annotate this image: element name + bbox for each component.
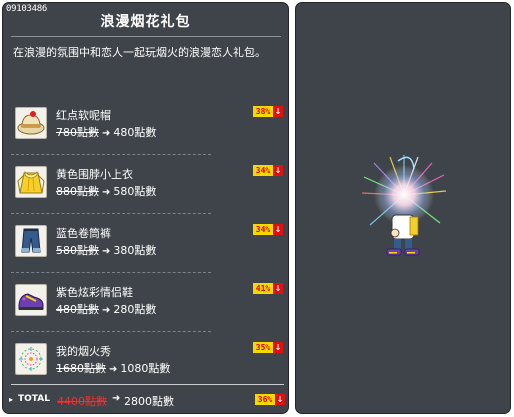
package-item[interactable]: 蓝色卷筒裤 580點數 ➜ 380點數 34% ↓ <box>11 219 283 263</box>
price-line: 880點數 ➜ 580點數 <box>56 183 156 199</box>
arrow-icon: ➜ <box>102 246 111 257</box>
down-arrow-icon: ↓ <box>273 224 283 235</box>
total-row: ▸ TOTAL 4400點數 ➜ 2800點數 36% ↓ <box>9 393 285 409</box>
down-arrow-icon: ↓ <box>273 283 283 294</box>
sale-price: 280點數 <box>113 303 157 316</box>
item-divider <box>11 331 211 332</box>
discount-badge: 35% ↓ <box>253 342 283 353</box>
item-name: 蓝色卷筒裤 <box>56 227 111 240</box>
discount-percent: 38% <box>253 106 273 117</box>
discount-badge: 34% ↓ <box>253 165 283 176</box>
discount-percent: 35% <box>253 342 273 353</box>
arrow-icon: ➜ <box>112 393 121 404</box>
original-price: 880點數 <box>56 185 99 198</box>
purple-couple-shoes-icon <box>15 284 47 316</box>
red-dot-fedora-icon <box>15 107 47 139</box>
sale-price: 380點數 <box>113 244 157 257</box>
discount-percent: 36% <box>255 394 275 405</box>
down-arrow-icon: ↓ <box>273 165 283 176</box>
sale-price: 480點數 <box>113 126 157 139</box>
package-description: 在浪漫的氛围中和恋人一起玩烟火的浪漫恋人礼包。 <box>13 46 266 59</box>
package-title: 浪漫烟花礼包 <box>100 14 191 30</box>
package-item[interactable]: 我的烟火秀 1680點數 ➜ 1080點數 35% ↓ <box>11 337 283 381</box>
discount-percent: 34% <box>253 224 273 235</box>
price-line: 1680點數 ➜ 1080點數 <box>56 360 170 376</box>
item-name: 黄色围脖小上衣 <box>56 168 133 181</box>
arrow-icon: ➜ <box>102 187 111 198</box>
original-price: 780點數 <box>56 126 99 139</box>
original-price: 480點數 <box>56 303 99 316</box>
original-price: 1680點數 <box>56 362 106 375</box>
package-item[interactable]: 红点软呢帽 780點數 ➜ 480點數 38% ↓ <box>11 101 283 145</box>
package-item[interactable]: 紫色炫彩情侣鞋 480點數 ➜ 280點數 41% ↓ <box>11 278 283 322</box>
package-detail-panel: 09103486 浪漫烟花礼包 在浪漫的氛围中和恋人一起玩烟火的浪漫恋人礼包。 … <box>2 2 289 414</box>
total-original-price: 4400點數 <box>57 395 107 408</box>
fireworks-show-icon <box>15 343 47 375</box>
price-line: 480點數 ➜ 280點數 <box>56 301 156 317</box>
arrow-icon: ➜ <box>102 305 111 316</box>
arrow-icon: ➜ <box>102 128 111 139</box>
original-price: 580點數 <box>56 244 99 257</box>
item-name: 紫色炫彩情侣鞋 <box>56 286 133 299</box>
discount-percent: 41% <box>253 283 273 294</box>
item-name: 我的烟火秀 <box>56 345 111 358</box>
item-divider <box>11 272 211 273</box>
yellow-scarf-top-icon <box>15 166 47 198</box>
blue-rolled-jeans-icon <box>15 225 47 257</box>
sale-price: 1080點數 <box>120 362 171 375</box>
discount-percent: 34% <box>253 165 273 176</box>
discount-badge: 41% ↓ <box>253 283 283 294</box>
discount-badge: 36% ↓ <box>255 394 285 405</box>
sale-price: 580點數 <box>113 185 157 198</box>
discount-badge: 34% ↓ <box>253 224 283 235</box>
price-line: 580點數 ➜ 380點數 <box>56 242 156 258</box>
bullet-icon: ▸ <box>9 395 14 404</box>
package-item[interactable]: 黄色围脖小上衣 880點數 ➜ 580點數 34% ↓ <box>11 160 283 204</box>
item-divider <box>11 154 211 155</box>
character-preview-avatar <box>354 153 464 282</box>
discount-badge: 38% ↓ <box>253 106 283 117</box>
down-arrow-icon: ↓ <box>275 394 285 405</box>
item-divider <box>11 213 211 214</box>
item-name: 红点软呢帽 <box>56 109 111 122</box>
character-preview-panel <box>295 2 511 414</box>
down-arrow-icon: ↓ <box>273 106 283 117</box>
total-divider <box>11 384 284 385</box>
price-line: 780點數 ➜ 480點數 <box>56 124 156 140</box>
arrow-icon: ➜ <box>109 364 118 375</box>
total-label: TOTAL <box>18 394 50 404</box>
total-sale-price: 2800點數 <box>124 395 174 408</box>
down-arrow-icon: ↓ <box>273 342 283 353</box>
title-divider <box>11 36 281 37</box>
